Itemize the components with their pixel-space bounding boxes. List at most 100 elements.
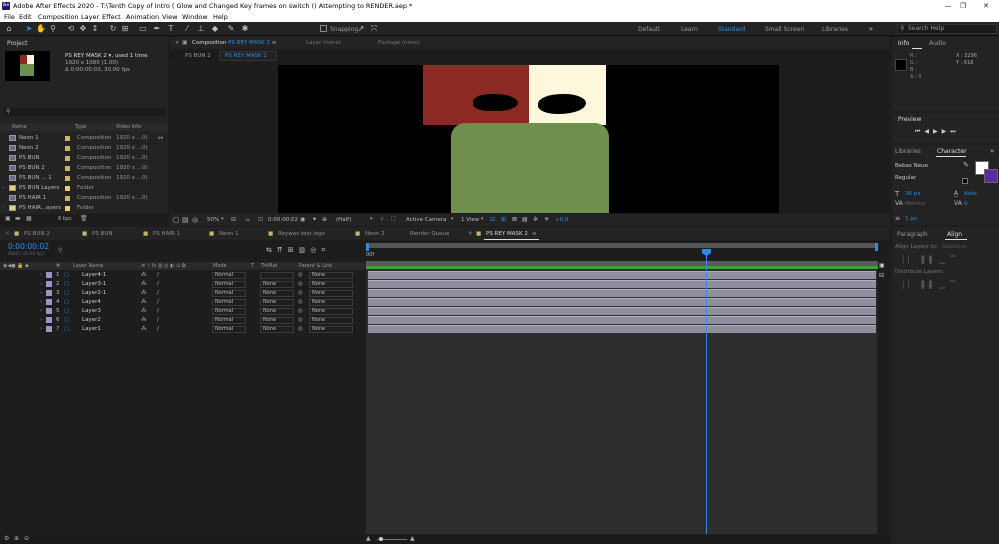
menu-effect[interactable]: Effect: [102, 13, 121, 21]
tab-info[interactable]: Info: [898, 40, 909, 47]
project-item[interactable]: › PS BUN Layers Folder: [0, 183, 160, 193]
interpret-footage-icon[interactable]: ▣: [5, 215, 11, 222]
minimize-button[interactable]: —: [941, 1, 955, 11]
layer-duration-bar[interactable]: [368, 271, 876, 279]
pen-tool-icon[interactable]: ✒: [152, 24, 162, 34]
timeline-tab-ps-bun[interactable]: PS BUN: [92, 231, 112, 237]
tab-menu-icon[interactable]: ≡: [532, 231, 537, 237]
exposure-icon[interactable]: ✳: [544, 216, 549, 223]
comp-button-icon[interactable]: ▣: [879, 262, 885, 269]
project-search-input[interactable]: [4, 108, 166, 116]
safe-zones-icon[interactable]: ⊞: [231, 216, 236, 223]
transfer-controls-icon[interactable]: ⊕: [14, 535, 19, 542]
zoom-in-icon[interactable]: ▲: [410, 535, 415, 542]
column-video-info[interactable]: Video Info: [116, 124, 141, 130]
3d-renderer-icon[interactable]: ⛶: [391, 216, 395, 224]
expand-icon[interactable]: ⚙: [4, 535, 9, 542]
zoom-out-icon[interactable]: ▲: [366, 535, 371, 542]
timeline-tab-ps-bun-2[interactable]: PS BUN 2: [24, 231, 50, 237]
close-tab-icon[interactable]: ✕: [175, 40, 179, 46]
label-color-icon[interactable]: [65, 176, 70, 181]
column-layer-name[interactable]: Layer Name: [73, 263, 103, 269]
timeline-tab-ps-rey-mask-2[interactable]: PS REY MASK 2: [486, 231, 528, 237]
breadcrumb-ps-rey-mask-2[interactable]: PS REY MASK 2: [225, 53, 267, 59]
draft-3d-icon[interactable]: ⊞: [501, 216, 506, 223]
comp-tab-name[interactable]: PS REY MASK 2: [228, 40, 270, 46]
show-channel-icon[interactable]: ✦: [312, 216, 317, 223]
layer-duration-bar[interactable]: [368, 280, 876, 288]
tab-libraries[interactable]: Libraries: [895, 148, 921, 155]
breadcrumb-ps-bun-2[interactable]: PS BUN 2: [185, 53, 211, 59]
menu-animation[interactable]: Animation: [126, 13, 159, 21]
rotate-tool-icon[interactable]: ↻: [108, 24, 118, 34]
layer-duration-bar[interactable]: [368, 307, 876, 315]
type-tool-icon[interactable]: T: [166, 24, 176, 34]
in-out-icon[interactable]: ⊖: [24, 535, 29, 542]
stroke-color-swatch[interactable]: [984, 169, 998, 183]
layer-duration-bar[interactable]: [368, 298, 876, 306]
timeline-tab-ps-hair-1[interactable]: PS HAIR 1: [153, 231, 180, 237]
view-layout-dropdown[interactable]: 1 View: [461, 217, 479, 223]
layer-duration-bar[interactable]: [368, 325, 876, 333]
last-frame-icon[interactable]: ⏭: [950, 128, 959, 135]
timeline-tab-render-queue[interactable]: Render Queue: [410, 231, 449, 237]
column-name[interactable]: Name: [12, 124, 27, 130]
composition-canvas[interactable]: [278, 65, 779, 213]
reset-exposure-icon[interactable]: ⊠: [512, 216, 517, 223]
play-icon[interactable]: ▶: [933, 128, 942, 135]
project-item[interactable]: PS HAIR 1 Composition 1920 x ...0): [0, 193, 160, 203]
delete-icon[interactable]: 🗑: [80, 215, 88, 222]
label-color-icon[interactable]: [65, 156, 70, 161]
camera-dropdown[interactable]: Active Camera: [406, 217, 446, 223]
workspace-libraries[interactable]: Libraries: [822, 26, 848, 33]
work-area-start-handle[interactable]: [366, 243, 369, 251]
zoom-dropdown[interactable]: 50%: [207, 217, 219, 223]
project-item[interactable]: Neon 1 Composition 1920 x ...0): [0, 133, 160, 143]
align-buttons-row[interactable]: ▕▏▐▌▁▔: [898, 256, 960, 264]
close-button[interactable]: ✕: [979, 1, 993, 11]
time-ruler[interactable]: 00f: [366, 251, 878, 261]
leading-value[interactable]: Auto: [964, 191, 977, 197]
project-item[interactable]: PS BUN ... 1 Composition 1920 x ...0): [0, 173, 160, 183]
timeline-switches[interactable]: ⇆⇈⊞▥◎⌗: [266, 246, 330, 255]
snap-feature-icon[interactable]: ⤧: [369, 24, 379, 34]
chevron-right-icon[interactable]: ›: [2, 205, 4, 211]
dolly-tool-icon[interactable]: ↕: [90, 24, 100, 34]
exposure-value[interactable]: +0.0: [555, 217, 568, 223]
region-icon[interactable]: ▤: [182, 216, 189, 224]
black-swatch[interactable]: [962, 178, 968, 184]
lock-icon[interactable]: ▣: [182, 39, 188, 46]
color-management-icon[interactable]: ⊕: [322, 216, 327, 223]
project-item[interactable]: Neon 2 Composition 1920 x ...0): [0, 143, 160, 153]
layer-duration-bar[interactable]: [368, 316, 876, 324]
menu-layer[interactable]: Layer: [81, 13, 99, 21]
label-color-icon[interactable]: [65, 136, 70, 141]
timeline-tab-reywas-text-logo[interactable]: Reywas text logo: [278, 231, 325, 237]
font-family-dropdown[interactable]: Bebas Neue: [895, 163, 953, 170]
home-icon[interactable]: ⌂: [4, 24, 14, 34]
workspace-default[interactable]: Default: [638, 26, 660, 33]
gear-icon[interactable]: ✲: [533, 216, 538, 223]
prev-frame-icon[interactable]: ◀: [924, 128, 933, 135]
close-tab-icon[interactable]: ✕: [468, 231, 473, 237]
tab-align[interactable]: Align: [947, 231, 962, 238]
snapping-checkbox[interactable]: [320, 25, 327, 32]
mask-visibility-icon[interactable]: ⌓: [245, 216, 250, 224]
timeline-search-input[interactable]: ⚲: [58, 247, 258, 254]
bpc-label[interactable]: 8 bpc: [58, 216, 72, 222]
project-item[interactable]: PS BUN Composition 1920 x ...0): [0, 153, 160, 163]
toggle-pixel-aspect-icon[interactable]: ⊟: [490, 216, 495, 223]
footage-tab[interactable]: Footage (none): [378, 40, 420, 46]
workspace-small-screen[interactable]: Small Screen: [765, 26, 804, 33]
fast-previews-icon[interactable]: ⚡: [380, 216, 384, 223]
first-frame-icon[interactable]: ⏮: [915, 128, 924, 135]
label-color-icon[interactable]: [65, 166, 70, 171]
viewer-icon[interactable]: ◎: [192, 216, 198, 224]
tracking-value[interactable]: 0: [964, 201, 968, 207]
timeline-tab-neon-1[interactable]: Neon 1: [219, 231, 239, 237]
align-to-value[interactable]: Selection: [942, 244, 967, 250]
column-type[interactable]: Type: [75, 124, 86, 130]
stroke-width-value[interactable]: 1 px: [905, 216, 917, 222]
resolution-dropdown[interactable]: (Half): [336, 217, 351, 223]
distribute-buttons-row[interactable]: ▕▏▐▌▁▔: [898, 281, 960, 289]
